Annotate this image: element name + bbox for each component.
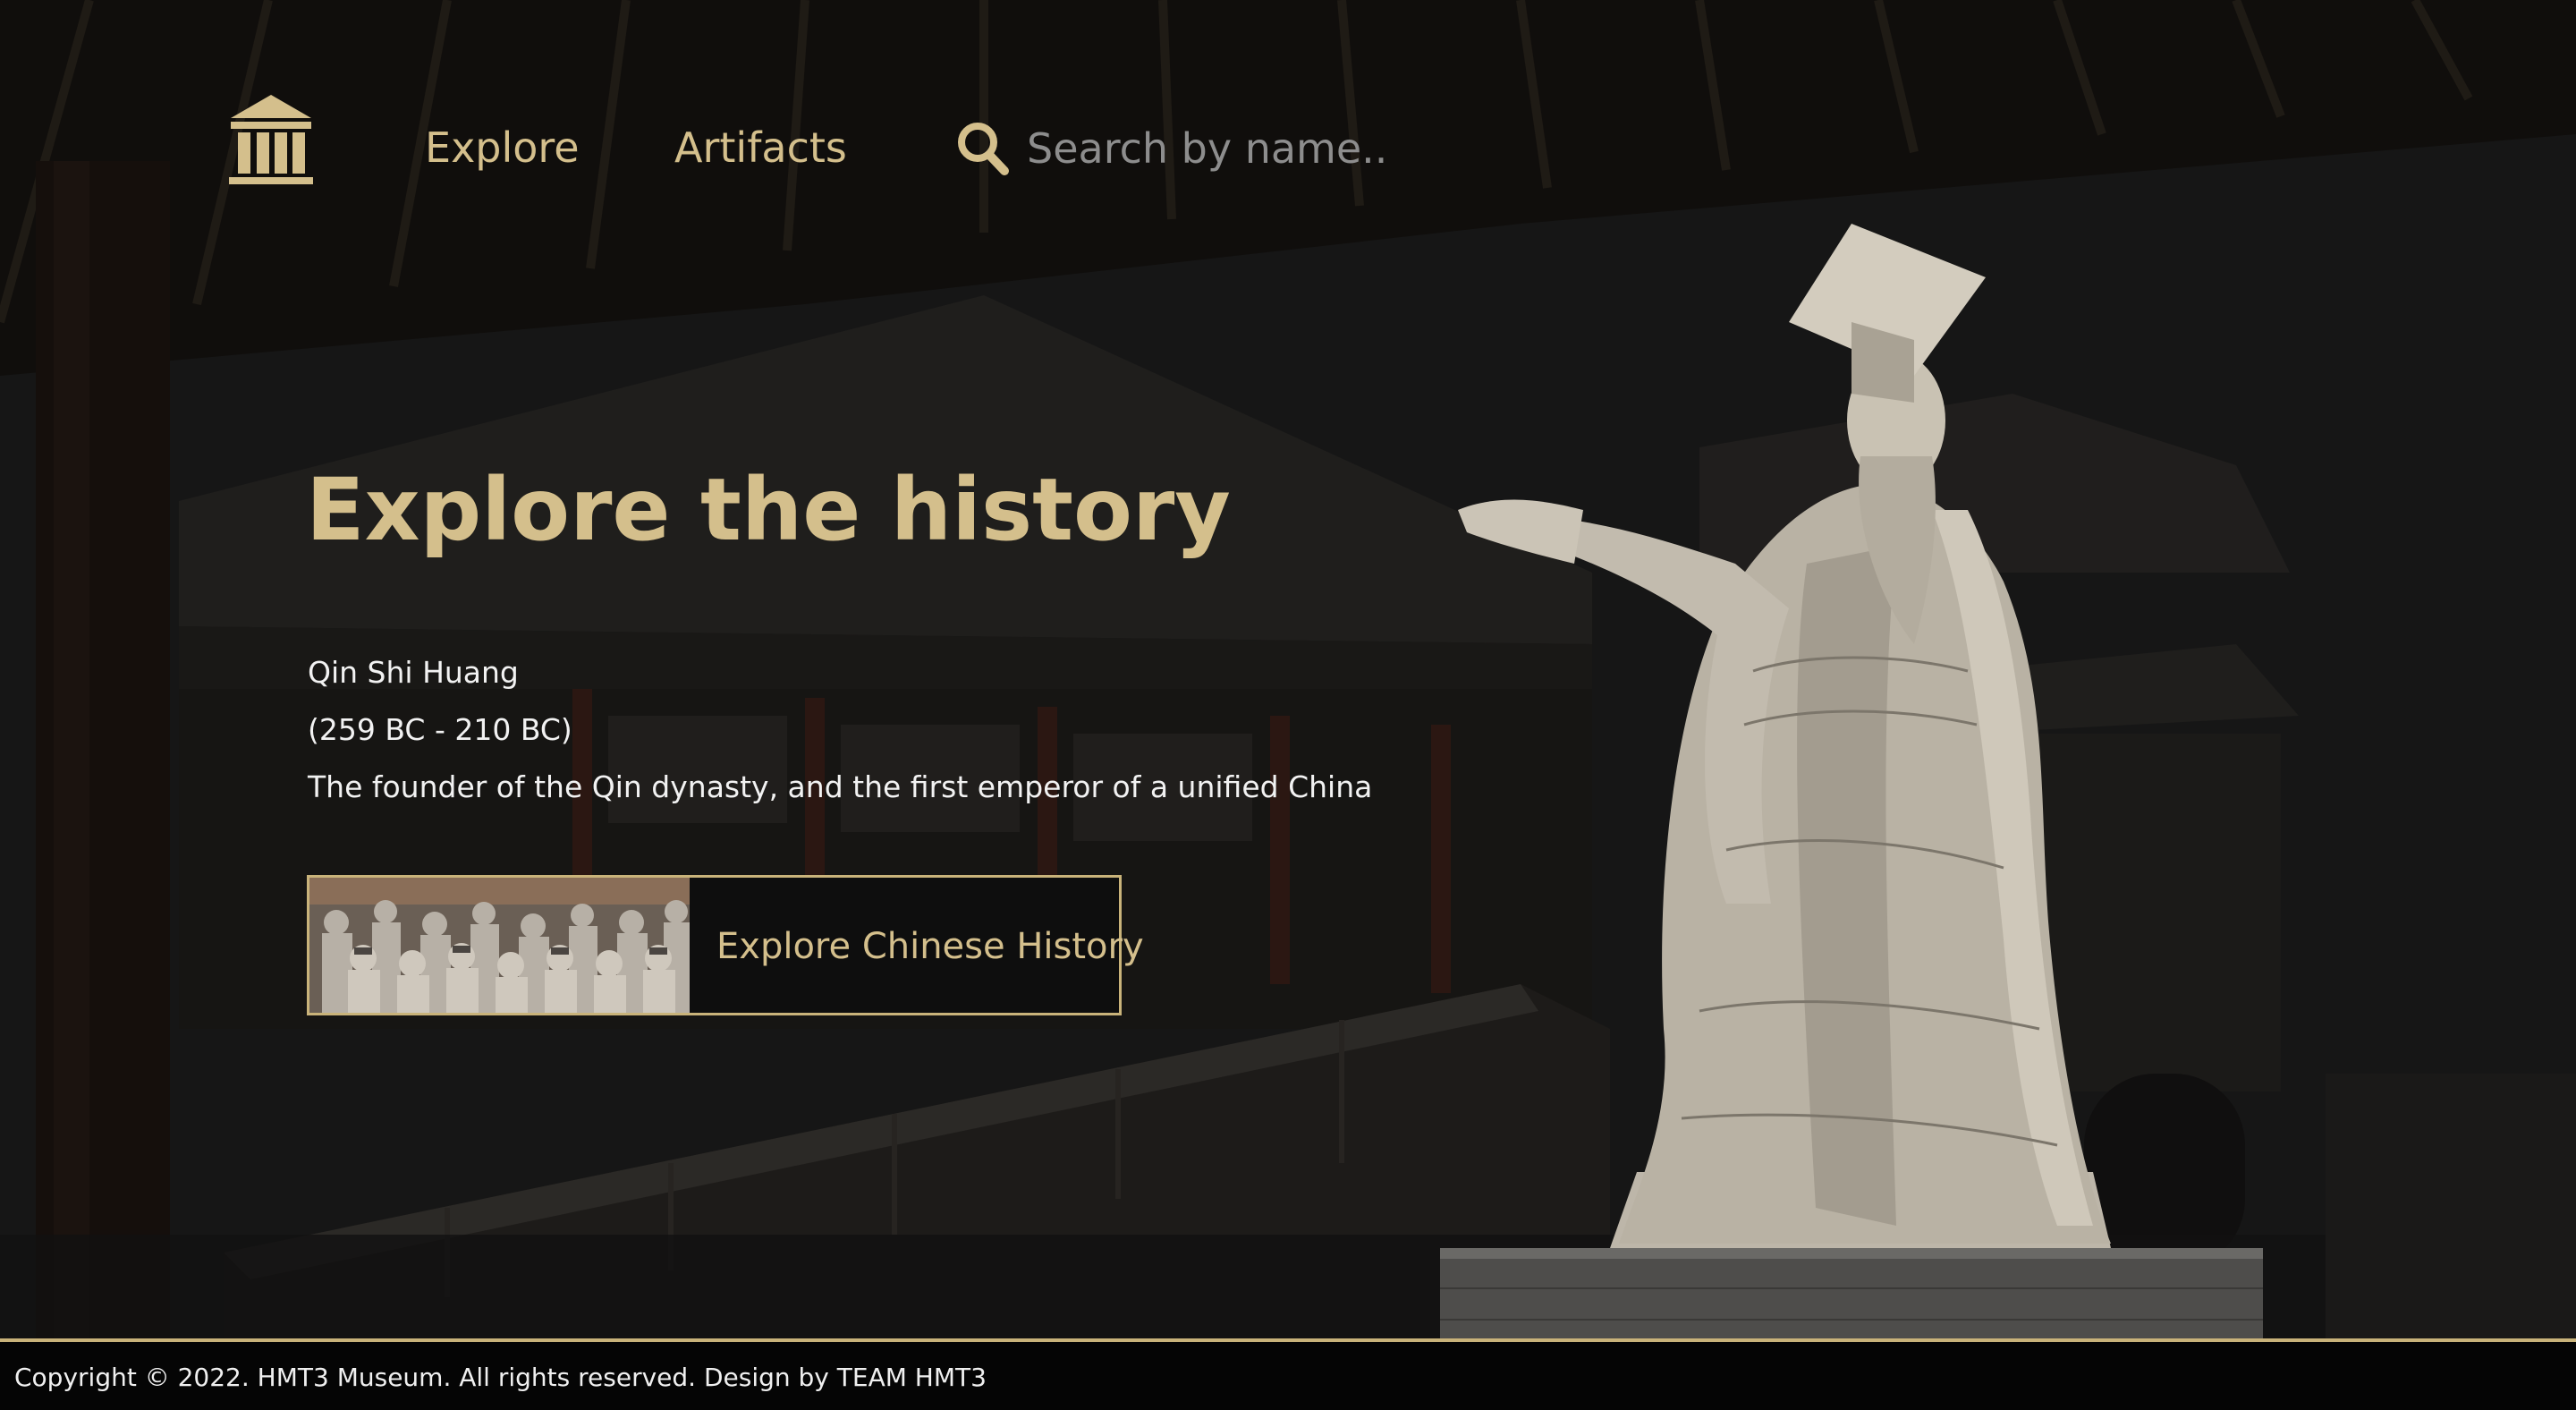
- figure-name: Qin Shi Huang: [308, 655, 519, 690]
- search-bar: [952, 115, 1453, 183]
- footer: Copyright © 2022. HMT3 Museum. All right…: [0, 1338, 2576, 1410]
- terracotta-warriors-image: [309, 878, 690, 1013]
- nav-explore-link[interactable]: Explore: [425, 118, 580, 177]
- search-input[interactable]: [1027, 115, 1447, 183]
- figure-description: The founder of the Qin dynasty, and the …: [308, 769, 1373, 804]
- top-navigation: Explore Artifacts: [0, 0, 2576, 206]
- figure-years: (259 BC - 210 BC): [308, 712, 572, 747]
- page: Explore Artifacts Explore the history Qi…: [0, 0, 2576, 1410]
- explore-chinese-history-button[interactable]: Explore Chinese History: [307, 875, 1144, 1015]
- cta-label: Explore Chinese History: [716, 926, 1144, 967]
- emperor-statue-image: [1440, 224, 2263, 1342]
- hero-title: Explore the history: [306, 460, 1231, 560]
- search-icon[interactable]: [955, 120, 1009, 175]
- copyright-text: Copyright © 2022. HMT3 Museum. All right…: [14, 1363, 987, 1392]
- museum-building-icon[interactable]: [227, 93, 315, 188]
- nav-artifacts-link[interactable]: Artifacts: [674, 118, 847, 177]
